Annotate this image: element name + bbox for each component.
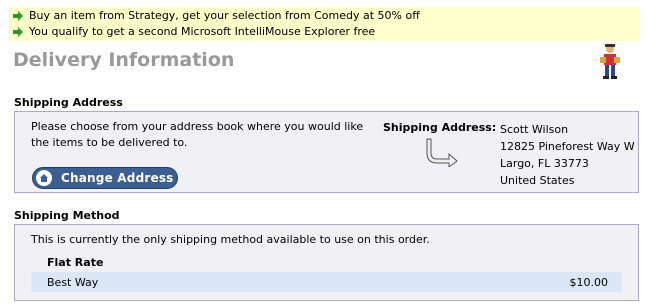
shipping-method-heading: Shipping Method	[14, 209, 120, 222]
address-instructions: Please choose from your address book whe…	[31, 120, 364, 149]
shipping-method-panel: This is currently the only shipping meth…	[14, 224, 639, 301]
house-icon	[36, 170, 52, 186]
address-name: Scott Wilson	[500, 123, 569, 136]
shipping-method-note: This is currently the only shipping meth…	[31, 233, 430, 246]
mascot-icon	[600, 44, 620, 79]
address-block: Scott Wilson 12825 Pineforest Way W Larg…	[500, 121, 635, 189]
promotion-item: You qualify to get a second Microsoft In…	[13, 24, 640, 40]
green-arrow-icon	[13, 11, 23, 21]
curved-arrow-icon	[426, 138, 458, 167]
address-street: 12825 Pineforest Way W	[500, 140, 635, 153]
shipping-option-row[interactable]: Best Way $10.00	[31, 272, 622, 292]
promotions-banner: Buy an item from Strategy, get your sele…	[9, 7, 640, 41]
change-address-label: Change Address	[61, 171, 174, 185]
shipping-address-heading: Shipping Address	[14, 96, 123, 109]
change-address-button[interactable]: Change Address	[32, 167, 178, 189]
address-country: United States	[500, 174, 575, 187]
shipping-option-name: Best Way	[47, 275, 99, 289]
page-title: Delivery Information	[13, 49, 235, 71]
promotion-text: You qualify to get a second Microsoft In…	[29, 25, 376, 38]
green-arrow-icon	[13, 27, 23, 37]
rate-group-title: Flat Rate	[47, 256, 104, 269]
shipping-address-label: Shipping Address:	[383, 121, 497, 134]
shipping-option-price: $10.00	[569, 275, 609, 289]
promotion-text: Buy an item from Strategy, get your sele…	[29, 9, 420, 22]
shipping-address-panel: Please choose from your address book whe…	[14, 111, 639, 193]
address-city: Largo, FL 33773	[500, 157, 589, 170]
promotion-item: Buy an item from Strategy, get your sele…	[13, 8, 640, 24]
